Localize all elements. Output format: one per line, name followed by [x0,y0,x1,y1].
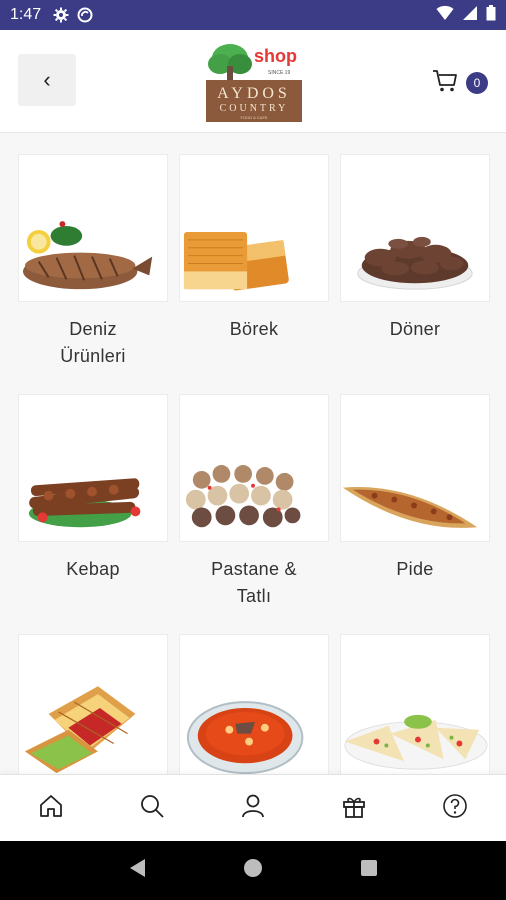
svg-text:SINCE 19: SINCE 19 [268,70,290,76]
system-back-icon[interactable] [127,857,147,884]
system-recents-icon[interactable] [359,858,379,883]
category-label: Döner [389,319,441,339]
battery-icon [486,4,496,26]
status-bar: 1:47 [0,0,506,30]
category-card-tost[interactable] [18,634,168,782]
signal-icon [462,5,478,26]
cart-count-badge: 0 [466,72,488,94]
status-time: 1:47 [10,6,42,23]
svg-text:COUNTRY: COUNTRY [220,103,289,114]
settings-status-icon [53,7,69,23]
nav-help-button[interactable] [431,784,479,832]
category-card-borek[interactable]: Börek [179,154,329,343]
back-icon: ‹ [43,67,51,92]
category-label: Pide [396,559,434,579]
nav-home-button[interactable] [27,784,75,832]
category-card-deniz-urunleri[interactable]: Deniz Ürünleri [18,154,168,370]
nav-profile-button[interactable] [229,784,277,832]
kebab-image [18,394,168,542]
svg-text:FOOD & CAFE: FOOD & CAFE [240,115,267,120]
category-label: Börek [229,319,279,339]
cart-button[interactable]: 0 [432,68,492,98]
help-icon [442,793,468,824]
wifi-icon [436,5,454,26]
cart-icon [432,69,458,98]
app-header: ‹ shop SINCE 19 AYDOS COUNTRY FOOD & CAF… [0,30,506,133]
user-icon [240,793,266,824]
toast-sandwich-image [18,634,168,782]
search-icon [139,793,165,824]
home-icon [38,793,64,824]
system-nav-bar [0,841,506,900]
category-card-kebap[interactable]: Kebap [18,394,168,583]
borek-image [179,154,329,302]
soup-image [179,634,329,782]
grilled-fish-image [18,154,168,302]
category-label: Pastane & Tatlı [211,559,297,606]
back-button[interactable]: ‹ [18,54,76,106]
brand-logo: shop SINCE 19 AYDOS COUNTRY FOOD & CAFE [202,40,306,124]
nav-gift-button[interactable] [330,784,378,832]
gift-icon [341,793,367,824]
pide-image [340,394,490,542]
svg-text:AYDOS: AYDOS [217,85,291,102]
category-card-doner[interactable]: Döner [340,154,490,343]
category-label: Deniz Ürünleri [60,319,126,366]
doner-image [340,154,490,302]
bottom-nav [0,774,506,841]
category-card-quesadilla[interactable] [340,634,490,782]
quesadilla-image [340,634,490,782]
svg-text:shop: shop [254,46,297,66]
category-label: Kebap [66,559,120,579]
category-card-corba[interactable] [179,634,329,782]
system-home-icon[interactable] [242,857,264,884]
category-card-pastane-tatli[interactable]: Pastane & Tatlı [179,394,329,610]
nav-search-button[interactable] [128,784,176,832]
category-card-pide[interactable]: Pide [340,394,490,583]
pastries-image [179,394,329,542]
sync-status-icon [77,7,93,23]
